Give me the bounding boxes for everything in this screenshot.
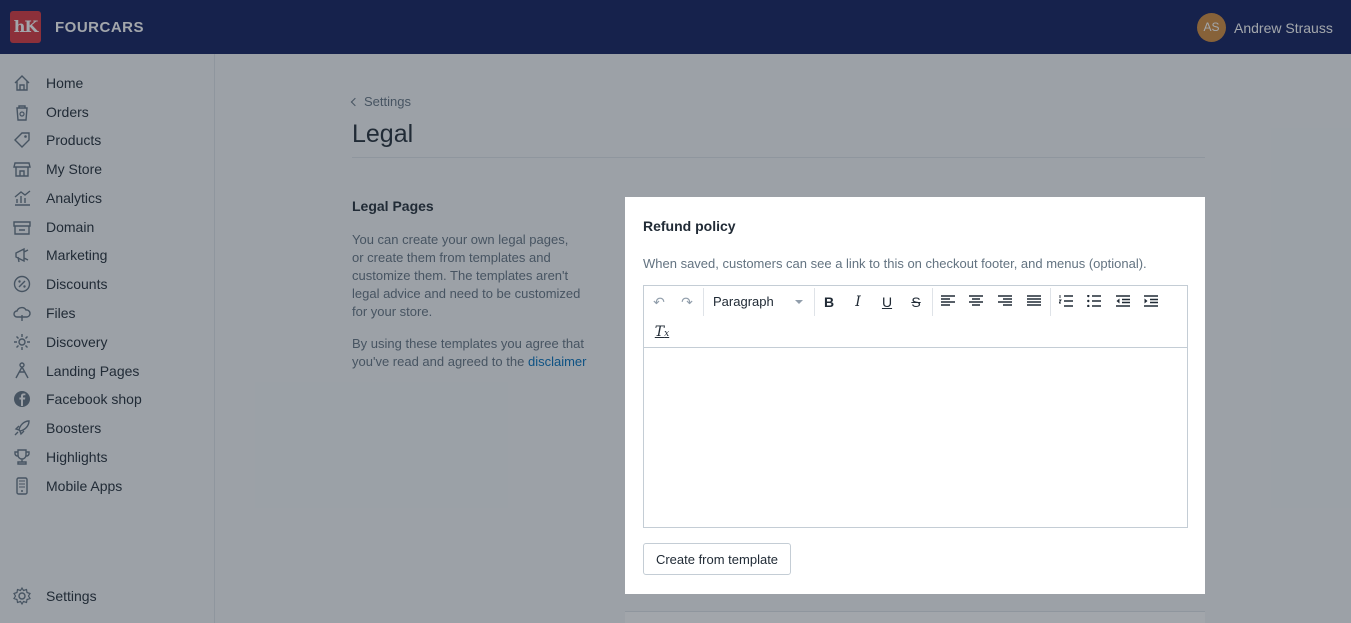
sidebar-item-label: Analytics <box>46 190 103 206</box>
top-bar: hK FOURCARS AS Andrew Strauss <box>0 0 1351 54</box>
toolbar-divider <box>814 288 815 316</box>
sidebar-item-label: Domain <box>46 219 95 235</box>
sidebar-item-my-store[interactable]: My Store <box>0 157 214 183</box>
sidebar-item-orders[interactable]: Orders <box>0 100 214 126</box>
cloud-icon <box>12 303 32 323</box>
toolbar-divider <box>932 288 933 316</box>
sidebar-item-label: Files <box>46 305 76 321</box>
sidebar-item-label: Discounts <box>46 276 108 292</box>
underline-icon[interactable]: U <box>875 290 899 314</box>
sidebar-item-files[interactable]: Files <box>0 301 214 327</box>
format-select-value: Paragraph <box>713 294 774 309</box>
sidebar-item-label: Settings <box>46 588 97 604</box>
indent-icon[interactable] <box>1139 290 1163 314</box>
align-right-icon[interactable] <box>993 290 1017 314</box>
sidebar: Home Orders Products My Store Analytics … <box>0 54 215 623</box>
sidebar-item-label: Marketing <box>46 247 108 263</box>
sidebar-item-label: Home <box>46 75 84 91</box>
card-subtitle: When saved, customers can see a link to … <box>643 256 1147 271</box>
align-center-icon[interactable] <box>964 290 988 314</box>
sidebar-item-discounts[interactable]: Discounts <box>0 272 214 298</box>
trophy-icon <box>12 447 32 467</box>
sidebar-item-label: Boosters <box>46 420 102 436</box>
sidebar-item-label: Discovery <box>46 334 108 350</box>
store-logo[interactable]: hK <box>10 11 41 43</box>
sidebar-item-facebook-shop[interactable]: Facebook shop <box>0 387 214 413</box>
editor-toolbar: ↶ ↷ Paragraph B I U S Tx <box>644 286 1187 348</box>
align-justify-icon[interactable] <box>1022 290 1046 314</box>
sidebar-item-label: Highlights <box>46 449 108 465</box>
card-title: Refund policy <box>643 218 736 234</box>
marketing-icon <box>12 245 32 265</box>
page-title: Legal <box>352 120 414 148</box>
sidebar-item-label: My Store <box>46 161 103 177</box>
sidebar-item-boosters[interactable]: Boosters <box>0 416 214 442</box>
breadcrumb-label: Settings <box>364 94 411 109</box>
undo-icon[interactable]: ↶ <box>647 290 671 314</box>
sidebar-item-domain[interactable]: Domain <box>0 215 214 241</box>
toolbar-divider <box>1050 288 1051 316</box>
editor-body[interactable] <box>644 348 1187 527</box>
next-card <box>625 611 1205 623</box>
section-description: You can create your own legal pages, or … <box>352 232 581 319</box>
numbered-list-icon[interactable] <box>1054 290 1078 314</box>
rich-text-editor: ↶ ↷ Paragraph B I U S Tx <box>643 285 1188 528</box>
sidebar-item-home[interactable]: Home <box>0 71 214 97</box>
sidebar-item-discovery[interactable]: Discovery <box>0 330 214 356</box>
home-icon <box>12 73 32 93</box>
caret-down-icon <box>795 300 803 304</box>
sidebar-item-label: Landing Pages <box>46 363 140 379</box>
sidebar-item-settings[interactable]: Settings <box>0 584 214 610</box>
toolbar-divider <box>703 288 704 316</box>
refund-policy-card: Refund policy When saved, customers can … <box>625 197 1205 594</box>
store-name[interactable]: FOURCARS <box>55 19 144 36</box>
user-name[interactable]: Andrew Strauss <box>1234 20 1333 36</box>
sidebar-item-label: Mobile Apps <box>46 478 123 494</box>
facebook-icon <box>12 389 32 409</box>
redo-icon[interactable]: ↷ <box>675 290 699 314</box>
align-left-icon[interactable] <box>936 290 960 314</box>
bold-icon[interactable]: B <box>817 290 841 314</box>
sidebar-item-label: Products <box>46 132 102 148</box>
breadcrumb[interactable]: Settings <box>350 94 411 109</box>
title-divider <box>352 157 1205 158</box>
sidebar-item-highlights[interactable]: Highlights <box>0 445 214 471</box>
sidebar-item-label: Facebook shop <box>46 391 142 407</box>
format-select[interactable]: Paragraph <box>705 290 809 314</box>
sidebar-item-label: Orders <box>46 104 89 120</box>
landing-pages-icon <box>12 361 32 381</box>
rocket-icon <box>12 418 32 438</box>
analytics-icon <box>12 188 32 208</box>
domain-icon <box>12 217 32 237</box>
outdent-icon[interactable] <box>1111 290 1135 314</box>
strikethrough-icon[interactable]: S <box>904 290 928 314</box>
gear-icon <box>12 586 32 606</box>
tag-icon <box>12 130 32 150</box>
discovery-icon <box>12 332 32 352</box>
sidebar-item-landing-pages[interactable]: Landing Pages <box>0 359 214 385</box>
discount-icon <box>12 274 32 294</box>
bullet-list-icon[interactable] <box>1082 290 1106 314</box>
section-note: By using these templates you agree that … <box>352 335 587 371</box>
orders-icon <box>12 102 32 122</box>
sidebar-item-marketing[interactable]: Marketing <box>0 243 214 269</box>
clear-formatting-icon[interactable]: Tx <box>650 320 674 344</box>
sidebar-item-mobile-apps[interactable]: Mobile Apps <box>0 474 214 500</box>
chevron-left-icon <box>350 97 360 107</box>
section-title: Legal Pages <box>352 198 434 214</box>
mobile-icon <box>12 476 32 496</box>
sidebar-item-analytics[interactable]: Analytics <box>0 186 214 212</box>
italic-icon[interactable]: I <box>846 290 870 314</box>
store-icon <box>12 159 32 179</box>
sidebar-item-products[interactable]: Products <box>0 128 214 154</box>
create-from-template-button[interactable]: Create from template <box>643 543 791 575</box>
disclaimer-link[interactable]: disclaimer <box>528 354 587 369</box>
user-avatar[interactable]: AS <box>1197 13 1226 42</box>
